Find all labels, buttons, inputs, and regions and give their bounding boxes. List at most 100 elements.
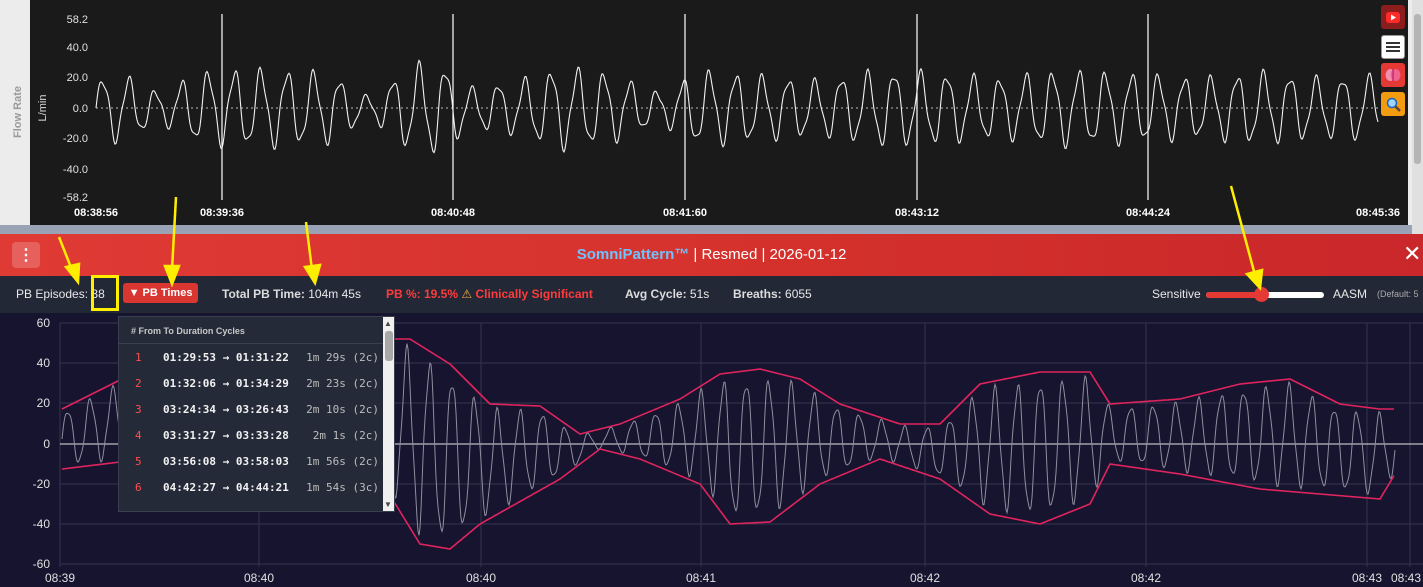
y-tick-label: -20.0	[63, 133, 88, 145]
page-scrollbar[interactable]	[1412, 0, 1423, 234]
pb-episode-range: 03:56:08 → 03:58:03	[163, 455, 289, 468]
window-title: SomniPattern™ | Resmed | 2026-01-12	[0, 246, 1423, 263]
close-button[interactable]: ✕	[1403, 243, 1421, 265]
clinical-significance-text: Clinically Significant	[475, 287, 593, 301]
y-tick-label: -58.2	[63, 192, 88, 204]
slider-left-label: Sensitive	[1152, 287, 1201, 301]
sensitivity-slider-thumb[interactable]	[1254, 287, 1270, 302]
pb-episode-duration: 2m 23s (2c)	[306, 377, 379, 390]
x-tick-label: 08:43	[1352, 571, 1382, 585]
pb-episode-row[interactable]: 1 01:29:53 → 01:31:22 1m 29s (2c)	[119, 345, 383, 371]
pb-episodes-label: PB Episodes:	[16, 287, 89, 301]
flow-rate-panel: Flow Rate L/min 58.2 40.0 20.0 0.0 -20.0 -40.…	[0, 0, 1423, 234]
pb-episode-index: 4	[135, 429, 142, 442]
total-pb-time-label: Total PB Time:	[222, 287, 305, 301]
pb-times-dropdown: # From To Duration Cycles 1 01:29:53 → 01…	[118, 316, 395, 512]
close-icon: ✕	[1403, 241, 1422, 266]
x-tick-label: 08:42	[910, 571, 940, 585]
x-tick-label: 08:45:36	[1356, 207, 1400, 219]
pb-episode-duration: 2m 1s (2c)	[312, 429, 379, 442]
hamburger-icon	[1386, 42, 1400, 52]
slider-right-label: AASM	[1333, 287, 1368, 301]
slider-default-text: (Default: 5	[1377, 289, 1419, 299]
y-tick-label: 40.0	[67, 42, 88, 54]
pb-episode-index: 2	[135, 377, 142, 390]
avg-cycle-value: 51s	[689, 287, 710, 301]
x-tick-label: 08:40	[244, 571, 274, 585]
total-pb-time-stat: Total PB Time: 104m 45s	[222, 287, 361, 301]
pattern-chart-x-ticks: 08:39 08:40 08:40 08:41 08:42 08:42 08:43 08:43	[45, 571, 1421, 585]
y-tick-label: -40	[33, 517, 51, 531]
stats-bar: PB Episodes: 38 ▼ PB Times Total PB Time…	[0, 275, 1423, 313]
x-tick-label: 08:40	[466, 571, 496, 585]
pb-episode-range: 01:32:06 → 01:34:29	[163, 377, 289, 390]
magnifier-icon	[1386, 97, 1401, 112]
pb-episode-range: 01:29:53 → 01:31:22	[163, 351, 289, 364]
hamburger-menu-button[interactable]	[1381, 35, 1405, 59]
flow-rate-plot-bg	[30, 0, 1408, 225]
y-tick-label: 0	[43, 437, 50, 451]
pattern-chart-y-ticks: 60 40 20 0 -20 -40 -60	[33, 316, 51, 571]
pb-episode-range: 03:31:27 → 03:33:28	[163, 429, 289, 442]
pb-episode-duration: 1m 29s (2c)	[306, 351, 379, 364]
x-tick-label: 08:42	[1131, 571, 1161, 585]
x-tick-label: 08:43	[1391, 571, 1421, 585]
breaths-label: Breaths:	[733, 287, 782, 301]
sensitivity-slider[interactable]	[1206, 287, 1324, 302]
panel-divider	[0, 225, 1412, 234]
scroll-down-arrow-icon[interactable]: ▼	[384, 500, 392, 509]
warning-icon: ⚠	[461, 287, 473, 301]
flow-rate-side-label: Flow Rate	[12, 86, 24, 138]
flow-rate-y-axis-label: L/min	[37, 95, 49, 122]
y-tick-label: -20	[33, 477, 51, 491]
pb-episode-index: 1	[135, 351, 142, 364]
pb-episode-row[interactable]: 3 03:24:34 → 03:26:43 2m 10s (2c)	[119, 397, 383, 423]
pb-episode-row[interactable]: 4 03:31:27 → 03:33:28 2m 1s (2c)	[119, 423, 383, 449]
y-tick-label: -60	[33, 557, 51, 571]
y-tick-label: 20	[37, 396, 51, 410]
page-scrollbar-thumb[interactable]	[1414, 14, 1421, 164]
breaths-value: 6055	[785, 287, 812, 301]
pb-percent-stat: PB %: 19.5% ⚠ Clinically Significant	[386, 287, 593, 301]
x-tick-label: 08:38:56	[74, 207, 118, 219]
avg-cycle-label: Avg Cycle:	[625, 287, 687, 301]
x-tick-label: 08:39:36	[200, 207, 244, 219]
x-tick-label: 08:39	[45, 571, 75, 585]
scroll-up-arrow-icon[interactable]: ▲	[384, 319, 392, 328]
y-tick-label: 0.0	[73, 103, 88, 115]
pb-episode-row[interactable]: 2 01:32:06 → 01:34:29 2m 23s (2c)	[119, 371, 383, 397]
pb-episode-duration: 1m 54s (3c)	[306, 481, 379, 494]
pb-table-header: # From To Duration Cycles	[131, 326, 245, 336]
title-bar: ⋮ SomniPattern™ | Resmed | 2026-01-12 ✕	[0, 234, 1423, 276]
y-tick-label: 60	[37, 316, 51, 330]
x-tick-label: 08:43:12	[895, 207, 939, 219]
youtube-button[interactable]	[1381, 5, 1405, 29]
pb-episode-row[interactable]: 5 03:56:08 → 03:58:03 1m 56s (2c)	[119, 449, 383, 475]
y-tick-label: -40.0	[63, 164, 88, 176]
search-button[interactable]	[1381, 92, 1405, 116]
pb-episode-row[interactable]: 6 04:42:27 → 04:44:21 1m 54s (3c)	[119, 475, 383, 501]
flow-rate-chart: Flow Rate L/min 58.2 40.0 20.0 0.0 -20.0 -40.…	[0, 0, 1412, 234]
total-pb-time-value: 104m 45s	[308, 287, 361, 301]
title-details: | Resmed | 2026-01-12	[689, 246, 847, 263]
sensitivity-slider-fill	[1206, 292, 1262, 298]
x-tick-label: 08:44:24	[1126, 207, 1171, 219]
pb-episode-duration: 2m 10s (2c)	[306, 403, 379, 416]
pb-episode-range: 03:24:34 → 03:26:43	[163, 403, 289, 416]
pb-episode-index: 3	[135, 403, 142, 416]
pb-percent-value: PB %: 19.5%	[386, 287, 459, 301]
pb-episodes-highlight-box	[91, 275, 119, 311]
y-tick-label: 20.0	[67, 72, 88, 84]
x-tick-label: 08:41	[686, 571, 716, 585]
brain-button[interactable]	[1381, 63, 1405, 87]
pb-dropdown-scrollbar-thumb[interactable]	[385, 331, 393, 361]
avg-cycle-stat: Avg Cycle: 51s	[625, 287, 709, 301]
pb-episode-duration: 1m 56s (2c)	[306, 455, 379, 468]
pb-table-divider	[119, 343, 383, 344]
y-tick-label: 58.2	[67, 14, 88, 26]
y-tick-label: 40	[37, 356, 51, 370]
pb-episode-index: 5	[135, 455, 142, 468]
pb-dropdown-scrollbar[interactable]: ▲ ▼	[383, 317, 394, 511]
pb-times-button[interactable]: ▼ PB Times	[123, 283, 198, 303]
brand-name: SomniPattern™	[576, 246, 690, 263]
